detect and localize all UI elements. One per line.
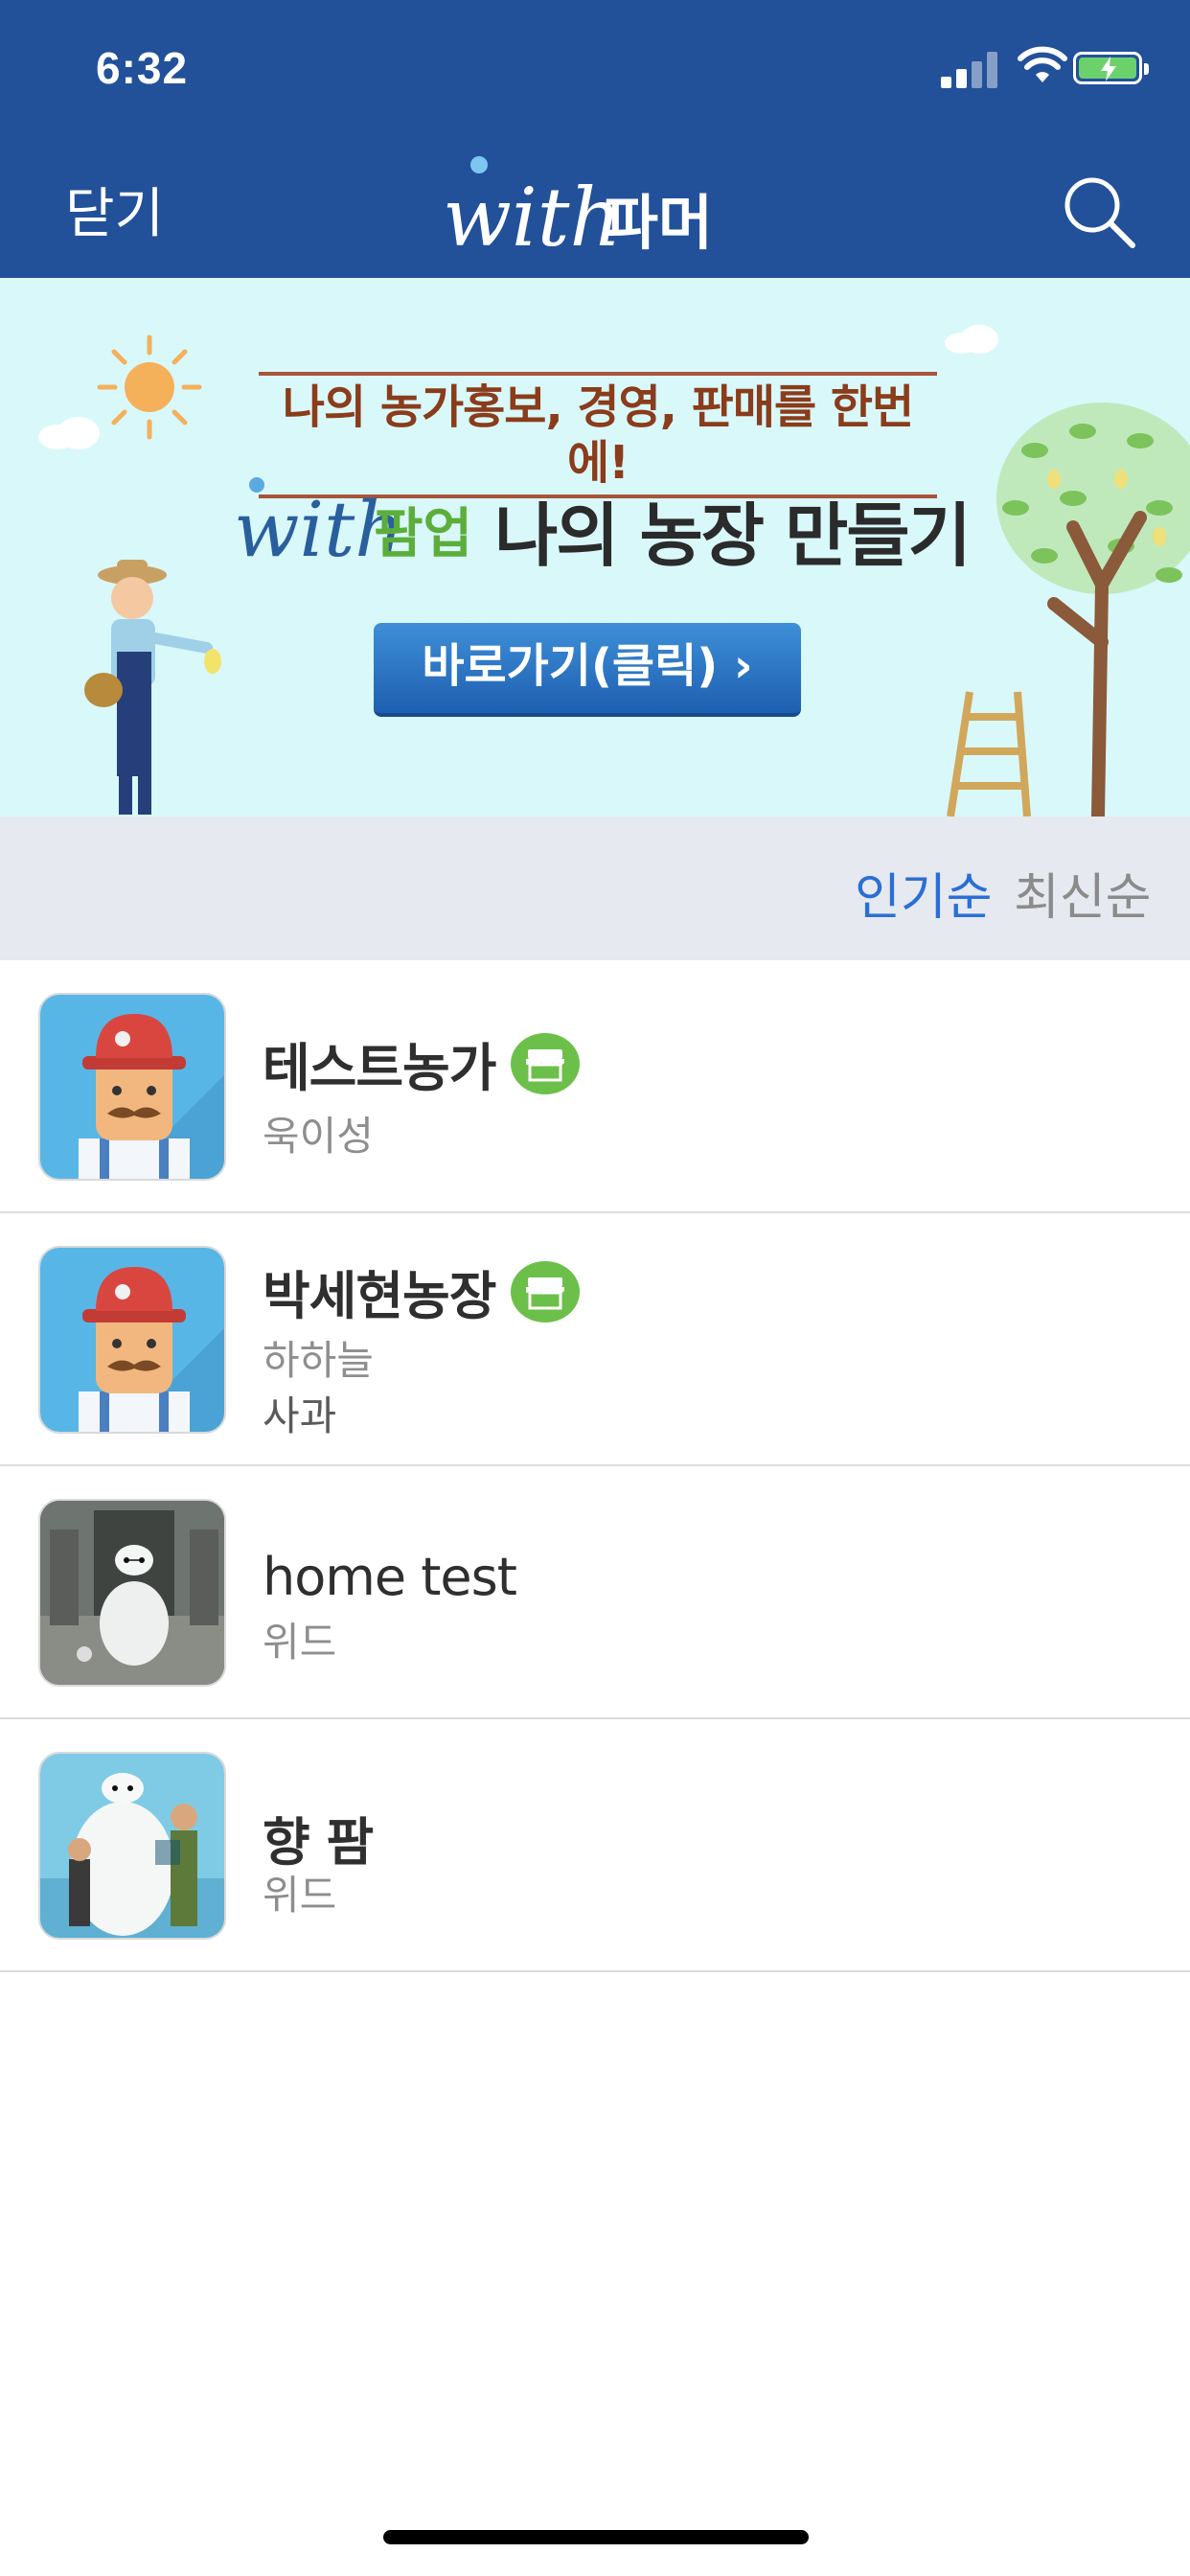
farm-list-item[interactable]: 향 팜 위드 bbox=[0, 1719, 1190, 1972]
farm-name: 테스트농가 bbox=[263, 1038, 496, 1098]
svg-text:with: with bbox=[443, 171, 622, 261]
home-indicator[interactable] bbox=[383, 2530, 809, 2544]
promo-banner[interactable]: 나의 농가홍보, 경영, 판매를 한번에! with 팜업 나의 농장 만들기 … bbox=[0, 278, 1190, 816]
app-logo: with 파머 bbox=[443, 156, 713, 261]
sun-icon bbox=[97, 334, 202, 440]
svg-text:팜업: 팜업 bbox=[374, 503, 472, 565]
farm-owner: 위드 bbox=[263, 1619, 337, 1666]
cloud-icon bbox=[38, 417, 100, 449]
farm-owner: 위드 bbox=[263, 1872, 337, 1919]
farm-owner: 욱이성 bbox=[263, 1113, 374, 1160]
shop-badge-icon bbox=[511, 1032, 581, 1094]
close-button[interactable]: 닫기 bbox=[65, 171, 164, 248]
status-time: 6:32 bbox=[96, 43, 189, 93]
banner-go-button[interactable]: 바로가기(클릭) › bbox=[374, 623, 801, 717]
cloud-icon bbox=[945, 325, 998, 354]
banner-title: 나의 농장 만들기 bbox=[494, 495, 972, 576]
sort-bar: 인기순 최신순 bbox=[0, 816, 1190, 960]
farm-list-item[interactable]: 박세현농장 하하늘 사과 bbox=[0, 1213, 1190, 1466]
sort-popular-tab[interactable]: 인기순 bbox=[855, 857, 993, 929]
shop-badge-icon bbox=[511, 1260, 581, 1322]
farm-list: 테스트농가 욱이성 박세현농장 하하늘 사과 home test 위드 향 팜 … bbox=[0, 960, 1190, 1972]
sort-recent-tab[interactable]: 최신순 bbox=[1014, 857, 1152, 929]
farm-name: 박세현농장 bbox=[263, 1266, 496, 1326]
farm-crop: 사과 bbox=[263, 1392, 337, 1439]
farm-owner: 하하늘 bbox=[263, 1337, 374, 1384]
farmer-avatar-image bbox=[38, 993, 226, 1181]
farm-list-item[interactable]: 테스트농가 욱이성 bbox=[0, 960, 1190, 1213]
farm-thumbnail-image bbox=[38, 1752, 226, 1940]
battery-icon bbox=[1073, 52, 1149, 84]
ladder-illustration bbox=[947, 691, 1031, 816]
svg-text:파머: 파머 bbox=[604, 188, 713, 258]
app-header: 6:32 닫기 with 파머 bbox=[0, 0, 1190, 278]
wifi-icon bbox=[1018, 46, 1067, 82]
search-icon[interactable] bbox=[1062, 174, 1138, 251]
cellular-signal-icon bbox=[941, 50, 998, 88]
farmer-avatar-image bbox=[38, 1246, 226, 1434]
farm-name: home test bbox=[263, 1547, 517, 1607]
farmer-illustration bbox=[84, 560, 221, 815]
farm-thumbnail-image bbox=[38, 1499, 226, 1687]
farm-list-item[interactable]: home test 위드 bbox=[0, 1466, 1190, 1719]
